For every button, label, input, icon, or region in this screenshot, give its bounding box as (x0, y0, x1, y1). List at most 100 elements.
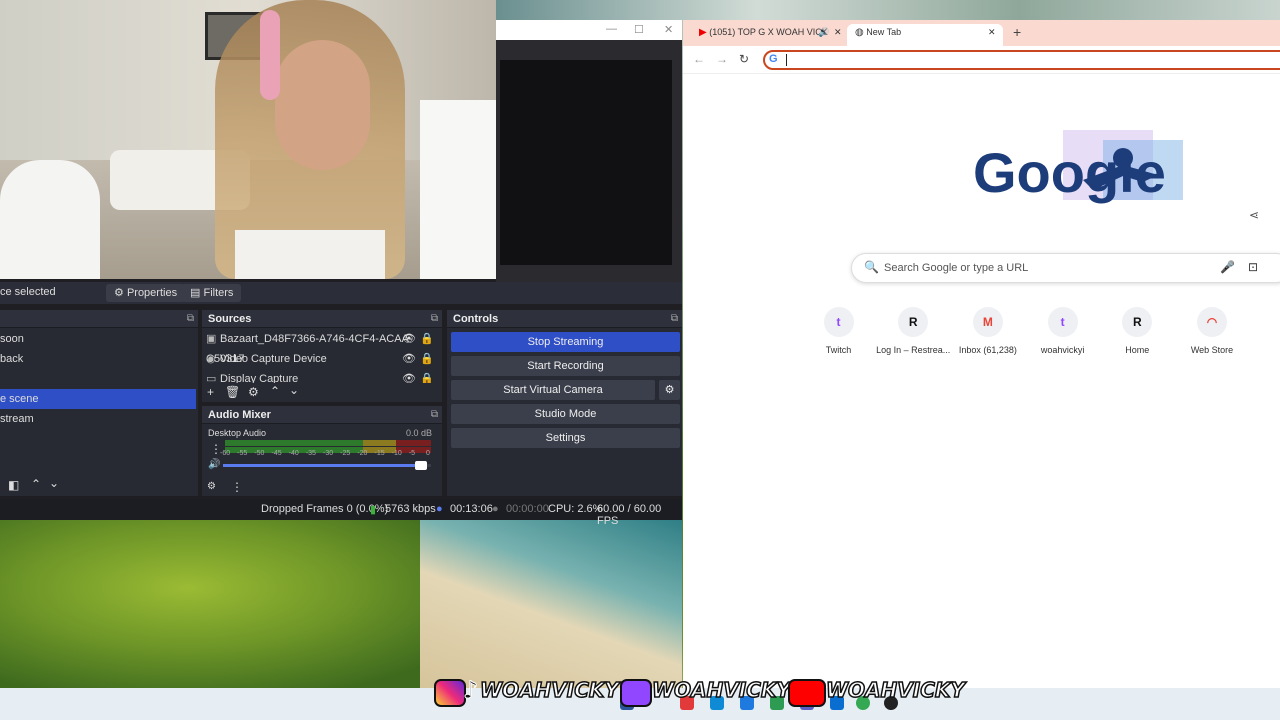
scene-item[interactable]: stream (0, 409, 196, 429)
shortcut-tile[interactable]: ◠ Web Store (1175, 307, 1250, 355)
lens-icon[interactable]: ⊡ (1248, 260, 1258, 274)
fps-text: 60.00 / 60.00 FPS (597, 503, 662, 527)
visibility-eye-icon[interactable]: 👁 (402, 329, 416, 349)
move-up-icon[interactable]: ⌃ (31, 477, 41, 491)
meter-scale-tick: -50 (254, 450, 265, 457)
shortcut-tile[interactable]: M Inbox (61,238) (950, 307, 1025, 355)
reload-icon[interactable]: ↻ (739, 52, 749, 66)
dock-popout-icon[interactable]: ⧉ (187, 310, 194, 328)
meter-scale-tick: -55 (237, 450, 248, 457)
no-source-selected-text: ce selected (0, 286, 56, 298)
twitch-icon: t (1047, 307, 1078, 337)
scene-item[interactable]: soon (0, 329, 196, 349)
source-item[interactable]: ◉ Video Capture Device 👁 🔒 (206, 349, 436, 369)
scene-item[interactable]: back (0, 349, 196, 369)
meter-scale-tick: -15 (374, 450, 385, 457)
new-tab-button[interactable]: + (1013, 24, 1021, 40)
close-icon[interactable]: ✕ (664, 23, 673, 36)
visibility-eye-icon[interactable]: 👁 (402, 349, 416, 369)
start-virtual-camera-button[interactable]: Start Virtual Camera (451, 380, 655, 400)
mixer-menu-icon[interactable]: ⋮ (231, 480, 243, 494)
shortcut-label: Twitch (825, 345, 852, 355)
meter-scale-tick: -10 (391, 450, 402, 457)
shortcut-tile[interactable]: t Twitch (801, 307, 876, 355)
stop-streaming-button[interactable]: Stop Streaming (451, 332, 680, 352)
chrome-window: ▶ (1051) TOP G X WOAH VICK 🔊 ✕ ◍ New Tab… (683, 20, 1280, 688)
move-up-icon[interactable]: ⌃ (270, 384, 280, 398)
move-down-icon[interactable]: ⌄ (49, 476, 59, 490)
shortcut-tile[interactable]: t woahvickyi (1025, 307, 1100, 355)
properties-button[interactable]: ⚙ Properties (106, 284, 186, 302)
tab-close-icon[interactable]: ✕ (834, 24, 842, 40)
twitch-icon: t (823, 307, 854, 337)
dock-popout-icon[interactable]: ⧉ (671, 310, 678, 328)
webcam-person-top (235, 230, 385, 279)
google-doodle[interactable]: Google (973, 120, 1238, 215)
audio-mixer-header: Audio Mixer ⧉ (202, 406, 442, 424)
lock-icon[interactable]: 🔒 (420, 369, 434, 383)
youtube-icon: ▶ (699, 27, 707, 38)
add-source-icon[interactable]: + (207, 385, 214, 399)
webcam-feed (0, 0, 496, 279)
start-recording-button[interactable]: Start Recording (451, 356, 680, 376)
sources-dock-header: Sources ⧉ (202, 310, 442, 328)
shortcut-tile[interactable]: R Home (1100, 307, 1175, 355)
mixer-settings-icon[interactable]: ⚙ (207, 481, 216, 492)
source-item[interactable]: ▣ Bazaart_D48F7366-A746-4CF4-ACAA-C50317 … (206, 329, 436, 365)
wallpaper-beach (420, 520, 682, 690)
forward-icon[interactable]: → (716, 52, 728, 66)
meter-scale-tick: -20 (357, 450, 368, 457)
visibility-eye-icon[interactable]: 👁 (402, 369, 416, 383)
doodle-logo-text: Google (973, 141, 1166, 204)
volume-slider-handle[interactable] (414, 461, 427, 470)
tab-close-icon[interactable]: ✕ (988, 24, 996, 40)
webcam-window (420, 100, 496, 279)
google-g-icon: G (769, 53, 778, 65)
source-item[interactable]: ▭ Display Capture 👁 🔒 (206, 369, 436, 383)
shortcut-tile[interactable]: R Log In – Restrea... (876, 307, 951, 355)
webcam-headphones (260, 10, 280, 100)
record-icon: ● (492, 503, 499, 515)
tab-youtube[interactable]: ▶ (1051) TOP G X WOAH VICK 🔊 ✕ (691, 24, 842, 46)
youtube-handle: WOAHVICKY (825, 677, 965, 703)
image-icon: ▣ (206, 333, 217, 345)
shortcut-label: Web Store (1190, 345, 1234, 355)
youtube-badge-icon (788, 679, 826, 707)
tiktok-handle: WOAHVICKY (479, 677, 619, 703)
maximize-icon[interactable]: ☐ (634, 23, 644, 36)
studio-mode-button[interactable]: Studio Mode (451, 404, 680, 424)
dock-popout-icon[interactable]: ⧉ (431, 310, 438, 328)
doodle-graphic: Google (973, 130, 1183, 204)
back-icon[interactable]: ← (693, 52, 705, 66)
lock-icon[interactable]: 🔒 (420, 329, 434, 349)
move-down-icon[interactable]: ⌄ (289, 383, 299, 397)
scene-item[interactable] (0, 369, 196, 389)
tab-new-tab[interactable]: ◍ New Tab ✕ (847, 24, 1003, 46)
stream-time-text: 00:13:06 (450, 503, 493, 515)
speaker-icon[interactable]: 🔊 (208, 459, 220, 470)
filters-button[interactable]: ▤ Filters (182, 284, 242, 302)
meter-scale-tick: -40 (288, 450, 299, 457)
lock-icon[interactable]: 🔒 (420, 349, 434, 369)
microphone-icon[interactable]: 🎤 (1220, 260, 1235, 274)
chrome-icon: ◍ (855, 27, 864, 38)
gear-icon: ⚙ (664, 384, 675, 396)
scene-item-active[interactable]: e scene (0, 389, 196, 409)
scene-filter-icon[interactable]: ◧ (8, 478, 19, 492)
settings-button[interactable]: Settings (451, 428, 680, 448)
trash-icon[interactable]: 🗑 (225, 385, 240, 399)
minimize-icon[interactable]: — (606, 23, 617, 35)
tiktok-icon: ♪ (462, 676, 479, 705)
obs-preview[interactable] (500, 60, 672, 265)
address-bar[interactable]: G (763, 50, 1280, 70)
filter-icon: ▤ (190, 287, 201, 299)
google-search-box[interactable]: 🔍 Search Google or type a URL 🎤 ⊡ (851, 253, 1280, 283)
virtual-camera-settings-button[interactable]: ⚙ (659, 380, 680, 400)
meter-scale-tick: -30 (323, 450, 334, 457)
gear-icon[interactable]: ⚙ (248, 385, 259, 399)
volume-slider-track[interactable] (223, 461, 431, 470)
audio-playing-icon[interactable]: 🔊 (818, 24, 829, 40)
share-icon[interactable]: ⋖ (1249, 208, 1259, 222)
meter-scale-tick: -35 (305, 450, 316, 457)
dock-popout-icon[interactable]: ⧉ (431, 406, 438, 424)
